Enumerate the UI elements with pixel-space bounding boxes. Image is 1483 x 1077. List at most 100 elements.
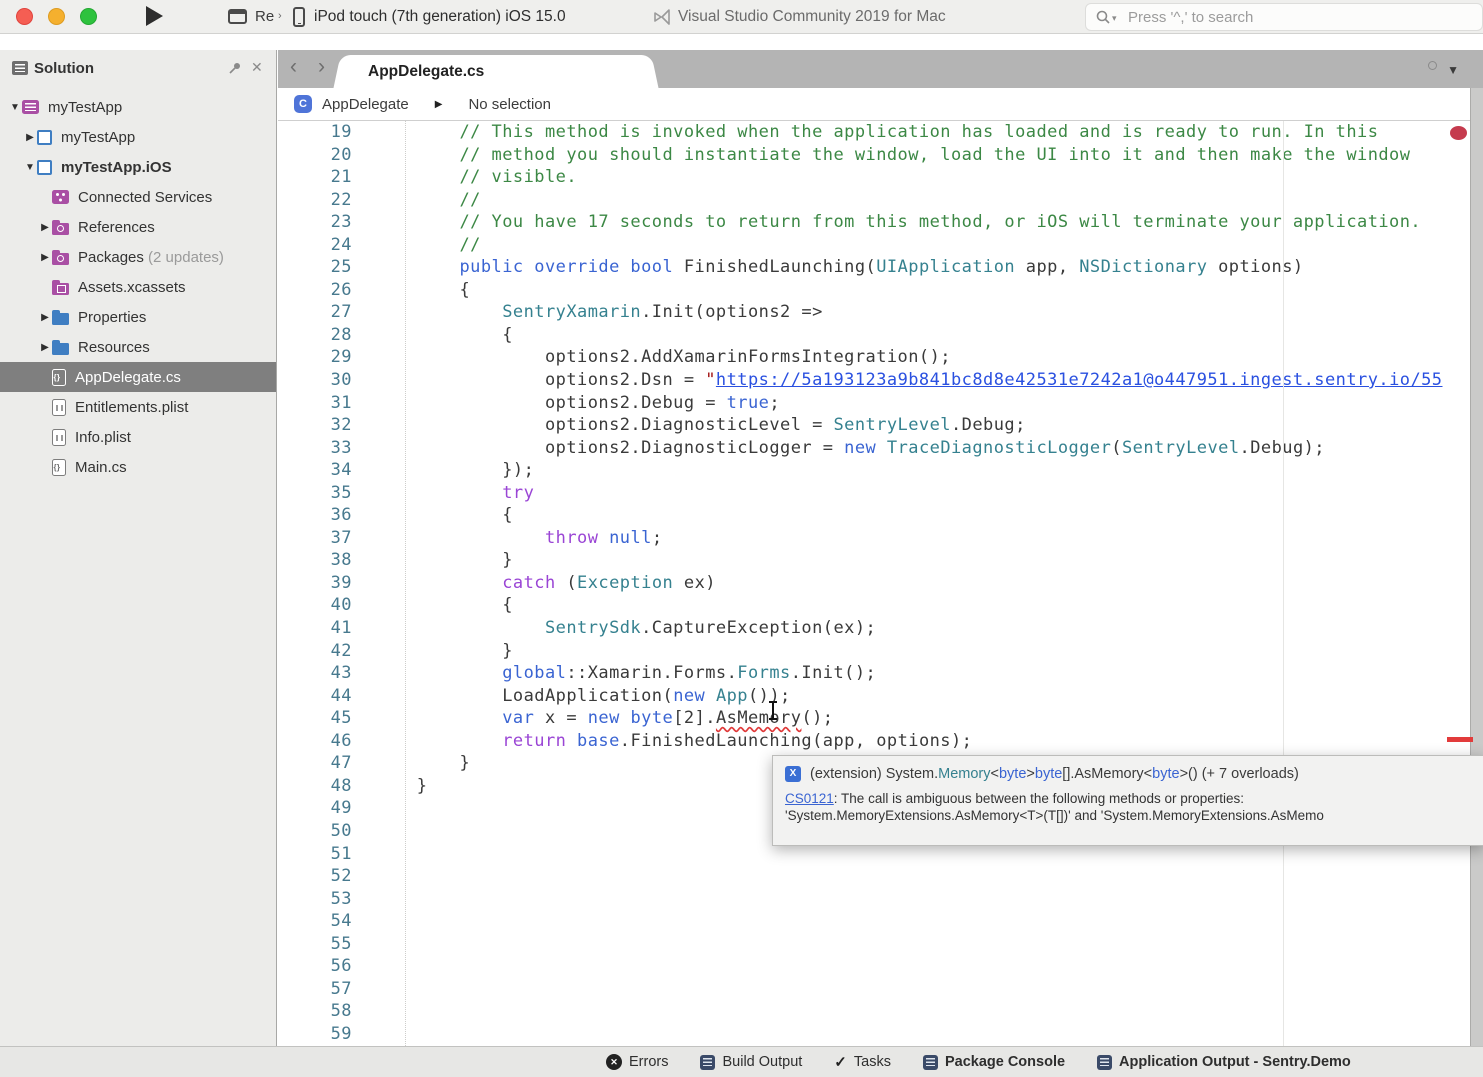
line-number: 41: [278, 617, 352, 640]
code-line-41: 41 SentrySdk.CaptureException(ex);: [278, 617, 1483, 640]
column-ruler: [1283, 121, 1284, 1046]
navigate-forward-button[interactable]: ›: [318, 55, 325, 79]
run-button[interactable]: [146, 6, 163, 26]
expanded-arrow-icon[interactable]: ▼: [8, 102, 22, 113]
folder-purple-icon: [52, 223, 69, 235]
dock-item-tasks[interactable]: ✓Tasks: [834, 1053, 891, 1071]
connected-icon: [52, 190, 69, 204]
minimize-window-button[interactable]: [48, 8, 65, 25]
dock-item-label: Build Output: [722, 1054, 802, 1070]
sidebar-item-mytestapp-project[interactable]: ▶myTestApp: [0, 122, 276, 152]
code-line-27: 27 SentryXamarin.Init(options2 =>: [278, 301, 1483, 324]
vs-mac-window: Re › iPod touch (7th generation) iOS 15.…: [0, 0, 1483, 1077]
breadcrumb-class[interactable]: AppDelegate: [322, 96, 409, 113]
sidebar-item-references[interactable]: ▶References: [0, 212, 276, 242]
tab-appdelegate[interactable]: AppDelegate.cs: [346, 55, 646, 88]
sidebar-item-assets-xcassets[interactable]: Assets.xcassets: [0, 272, 276, 302]
collapsed-arrow-icon[interactable]: ▶: [38, 222, 52, 233]
line-number: 56: [278, 955, 352, 978]
code-line-46: 46 return base.FinishedLaunching(app, op…: [278, 730, 1483, 753]
line-number: 40: [278, 594, 352, 617]
sidebar-item-label: myTestApp.iOS: [61, 159, 172, 176]
solution-icon: [22, 100, 39, 114]
sidebar-item-label: Connected Services: [78, 189, 212, 206]
tooltip-error-message: CS0121: The call is ambiguous between th…: [785, 790, 1471, 824]
code-line-31: 31 options2.Debug = true;: [278, 392, 1483, 415]
sidebar-item-properties[interactable]: ▶Properties: [0, 302, 276, 332]
sidebar-item-mytestapp-solution[interactable]: ▼ myTestApp: [0, 92, 276, 122]
line-number: 37: [278, 527, 352, 550]
close-icon[interactable]: ✕: [251, 59, 263, 76]
line-number: 24: [278, 234, 352, 257]
sidebar-item-entitlements-plist[interactable]: Entitlements.plist: [0, 392, 276, 422]
folder-blue-icon: [52, 313, 69, 325]
code-line-40: 40 {: [278, 594, 1483, 617]
code-line-24: 24 //: [278, 234, 1483, 257]
code-line-23: 23 // You have 17 seconds to return from…: [278, 211, 1483, 234]
zoom-window-button[interactable]: [80, 8, 97, 25]
navigate-back-button[interactable]: ‹: [290, 55, 297, 79]
error-tooltip: X (extension) System.Memory<byte> byte[]…: [772, 755, 1483, 846]
collapsed-arrow-icon[interactable]: ▶: [38, 252, 52, 263]
dsn-link[interactable]: https://5a193123a9b841bc8d8e42531e7242a1…: [716, 370, 1443, 390]
line-number: 55: [278, 933, 352, 956]
dock-item-application-output[interactable]: Application Output - Sentry.Demo: [1097, 1054, 1351, 1070]
sidebar-item-info-plist[interactable]: Info.plist: [0, 422, 276, 452]
code-line-26: 26 {: [278, 279, 1483, 302]
line-number: 53: [278, 888, 352, 911]
line-number: 43: [278, 662, 352, 685]
code-line-37: 37 throw null;: [278, 527, 1483, 550]
class-icon: C: [294, 95, 312, 113]
code-editor[interactable]: 19 // This method is invoked when the ap…: [278, 121, 1483, 1046]
code-line-38: 38 }: [278, 549, 1483, 572]
dock-item-build-output[interactable]: Build Output: [700, 1054, 802, 1070]
search-box[interactable]: ▾: [1085, 3, 1483, 31]
close-window-button[interactable]: [16, 8, 33, 25]
code-line-45: 45 var x = new byte[2].AsMemory();: [278, 707, 1483, 730]
expanded-arrow-icon[interactable]: ▼: [23, 162, 37, 173]
collapsed-arrow-icon[interactable]: ▶: [23, 132, 37, 143]
line-number: 27: [278, 301, 352, 324]
sidebar-item-main-cs[interactable]: Main.cs: [0, 452, 276, 482]
sidebar-item-resources[interactable]: ▶Resources: [0, 332, 276, 362]
tooltip-signature: X (extension) System.Memory<byte> byte[]…: [785, 766, 1471, 782]
sidebar-item-packages[interactable]: ▶ Packages (2 updates): [0, 242, 276, 272]
line-number: 22: [278, 189, 352, 212]
editor-scrollbar[interactable]: [1470, 88, 1483, 1046]
line-number: 38: [278, 549, 352, 572]
code-line-21: 21 // visible.: [278, 166, 1483, 189]
tab-list-dropdown-icon[interactable]: ▼: [1447, 63, 1459, 77]
sidebar-item-label: Packages (2 updates): [78, 249, 224, 266]
code-line-32: 32 options2.DiagnosticLevel = SentryLeve…: [278, 414, 1483, 437]
solution-tree: ▼ myTestApp ▶myTestApp ▼ myTestApp.iOS Connec…: [0, 92, 276, 482]
line-number: 26: [278, 279, 352, 302]
dock-item-errors[interactable]: Errors: [606, 1054, 668, 1070]
breadcrumb-selection[interactable]: No selection: [468, 96, 551, 113]
sidebar-item-label: myTestApp: [48, 99, 122, 116]
solution-pad-title: Solution: [34, 60, 94, 77]
configuration-selector[interactable]: Re: [255, 8, 274, 25]
collapsed-arrow-icon[interactable]: ▶: [38, 342, 52, 353]
sidebar-item-connected-services[interactable]: Connected Services: [0, 182, 276, 212]
line-number: 29: [278, 346, 352, 369]
sidebar-item-mytestapp-ios[interactable]: ▼ myTestApp.iOS: [0, 152, 276, 182]
toolbar: Re › iPod touch (7th generation) iOS 15.…: [0, 0, 1483, 34]
line-number: 59: [278, 1023, 352, 1046]
error-overview-dot: [1450, 126, 1467, 140]
error-code-link[interactable]: CS0121: [785, 791, 834, 806]
line-number: 58: [278, 1000, 352, 1023]
device-selector[interactable]: iPod touch (7th generation) iOS 15.0: [314, 8, 566, 26]
configuration-icon[interactable]: [228, 9, 247, 24]
tasks-icon: ✓: [834, 1053, 847, 1071]
code-line-53: 53: [278, 888, 1483, 911]
code-line-35: 35 try: [278, 482, 1483, 505]
code-line-54: 54: [278, 910, 1483, 933]
dock-item-package-console[interactable]: Package Console: [923, 1054, 1065, 1070]
mouse-cursor: [768, 701, 778, 720]
search-input[interactable]: [1128, 6, 1468, 28]
pin-icon[interactable]: [228, 61, 242, 80]
sidebar-item-appdelegate-cs[interactable]: AppDelegate.cs: [0, 362, 276, 392]
folder-assets-icon: [52, 283, 69, 295]
plist-file-icon: [52, 429, 66, 446]
collapsed-arrow-icon[interactable]: ▶: [38, 312, 52, 323]
